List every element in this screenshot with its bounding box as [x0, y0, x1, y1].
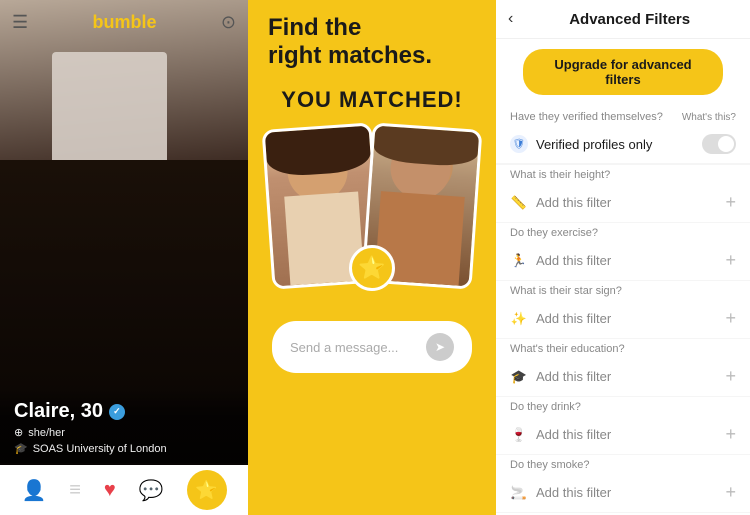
whats-this-link[interactable]: What's this? — [682, 112, 736, 123]
filters-panel: ‹ Advanced Filters Upgrade for advanced … — [496, 0, 750, 515]
profile-panel: ☰ bumble ⊙ Claire, 30 ✓ ⊕ she/her 🎓 SOAS… — [0, 0, 248, 515]
filter-icon-1: 🏃 — [510, 252, 528, 270]
match-panel: Find the right matches. YOU MATCHED! ⭐ S… — [248, 0, 496, 515]
filter-icon-0: 📏 — [510, 194, 528, 212]
filter-rows: What is their height? 📏 Add this filter … — [496, 165, 750, 515]
filter-section-1: Do they exercise? 🏃 Add this filter + — [496, 223, 750, 281]
filter-label-0: Add this filter — [536, 195, 725, 210]
verified-filter-label: Verified profiles only — [536, 137, 702, 152]
find-text: Find the right matches. — [268, 14, 476, 69]
filter-icon-3: 🎓 — [510, 368, 528, 386]
filter-section-4: Do they drink? 🍷 Add this filter + — [496, 397, 750, 455]
filters-title: Advanced Filters — [521, 11, 738, 28]
bumble-logo: bumble — [93, 12, 157, 33]
verified-section-label: Have they verified themselves? — [510, 111, 663, 123]
filter-row-3[interactable]: 🎓 Add this filter + — [496, 357, 750, 397]
filter-add-icon-0[interactable]: + — [725, 192, 736, 213]
filter-row-4[interactable]: 🍷 Add this filter + — [496, 415, 750, 455]
send-button[interactable]: ➤ — [426, 333, 454, 361]
filter-icon-5: 🚬 — [510, 484, 528, 502]
filter-add-icon-4[interactable]: + — [725, 424, 736, 445]
filter-add-icon-1[interactable]: + — [725, 250, 736, 271]
profile-top-bar: ☰ bumble ⊙ — [0, 0, 248, 44]
filter-add-icon-5[interactable]: + — [725, 482, 736, 503]
filters-header: ‹ Advanced Filters — [496, 0, 750, 39]
match-star-icon: ⭐ — [349, 245, 395, 291]
filter-row-1[interactable]: 🏃 Add this filter + — [496, 241, 750, 281]
filter-row-2[interactable]: ✨ Add this filter + — [496, 299, 750, 339]
star-badge[interactable]: ⭐ — [187, 470, 227, 510]
filter-label-4: Add this filter — [536, 427, 725, 442]
verified-section: Have they verified themselves? What's th… — [496, 105, 750, 165]
bottom-nav: 👤 ≡ ♥ 💬 ⭐ — [0, 465, 248, 515]
profile-nav-icon[interactable]: 👤 — [21, 478, 46, 503]
message-input-area[interactable]: Send a message... ➤ — [272, 321, 472, 373]
match-header: Find the right matches. — [248, 0, 496, 75]
filter-question-5: Do they smoke? — [496, 455, 750, 473]
matched-label: YOU MATCHED! — [281, 87, 462, 113]
filter-question-4: Do they drink? — [496, 397, 750, 415]
back-button[interactable]: ‹ — [508, 10, 513, 28]
filter-question-1: Do they exercise? — [496, 223, 750, 241]
upgrade-button[interactable]: Upgrade for advanced filters — [523, 49, 723, 95]
filter-add-icon-2[interactable]: + — [725, 308, 736, 329]
profile-info: Claire, 30 ✓ ⊕ she/her 🎓 SOAS University… — [0, 388, 248, 463]
filter-question-3: What's their education? — [496, 339, 750, 357]
filter-section-5: Do they smoke? 🚬 Add this filter + — [496, 455, 750, 513]
filter-icon-4: 🍷 — [510, 426, 528, 444]
verified-top-row: Have they verified themselves? What's th… — [496, 105, 750, 125]
filter-section-2: What is their star sign? ✨ Add this filt… — [496, 281, 750, 339]
message-placeholder: Send a message... — [290, 340, 398, 355]
profile-name: Claire, 30 ✓ — [14, 400, 234, 423]
heart-nav-icon[interactable]: ♥ — [104, 479, 116, 502]
filter-section-0: What is their height? 📏 Add this filter … — [496, 165, 750, 223]
filter-label-5: Add this filter — [536, 485, 725, 500]
filter-row-5[interactable]: 🚬 Add this filter + — [496, 473, 750, 513]
verified-toggle[interactable] — [702, 134, 736, 154]
filter-section-3: What's their education? 🎓 Add this filte… — [496, 339, 750, 397]
filter-icon-2: ✨ — [510, 310, 528, 328]
filter-add-icon-3[interactable]: + — [725, 366, 736, 387]
match-photos: ⭐ — [267, 121, 477, 291]
back-icon[interactable]: ☰ — [12, 12, 28, 33]
profile-pronoun: ⊕ she/her — [14, 426, 234, 439]
shield-icon: 🛡 — [510, 135, 528, 153]
filter-row-0[interactable]: 📏 Add this filter + — [496, 183, 750, 223]
filter-label-2: Add this filter — [536, 311, 725, 326]
verified-filter-row: 🛡 Verified profiles only — [496, 125, 750, 164]
profile-university: 🎓 SOAS University of London — [14, 442, 234, 455]
chat-nav-icon[interactable]: 💬 — [139, 478, 164, 503]
menu-nav-icon[interactable]: ≡ — [69, 479, 81, 502]
filters-scroll: Upgrade for advanced filters Have they v… — [496, 39, 750, 515]
filter-question-2: What is their star sign? — [496, 281, 750, 299]
verified-badge: ✓ — [109, 404, 125, 420]
filter-icon[interactable]: ⊙ — [221, 12, 236, 33]
filter-question-0: What is their height? — [496, 165, 750, 183]
filter-label-3: Add this filter — [536, 369, 725, 384]
filter-label-1: Add this filter — [536, 253, 725, 268]
